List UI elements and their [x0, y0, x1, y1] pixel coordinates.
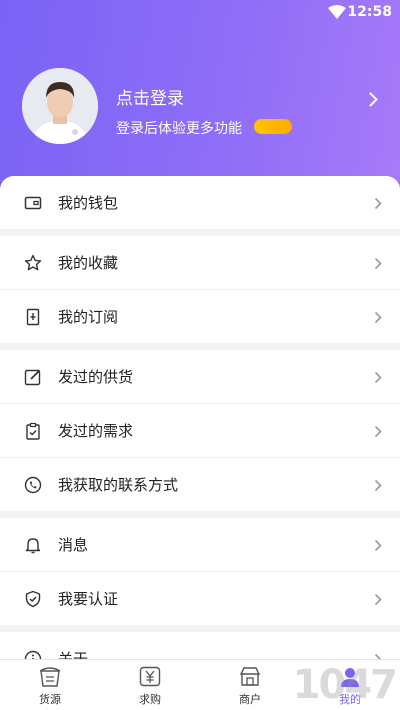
menu-item-label: 发过的供货 — [58, 368, 134, 386]
watermark-logo: 1047 — [292, 662, 398, 708]
tab-label: 货源 — [39, 693, 61, 706]
tab-label: 商户 — [239, 693, 261, 706]
menu-item-label: 消息 — [58, 536, 89, 554]
wallet-icon — [24, 196, 42, 210]
menu-item-supply-posts[interactable]: 发过的供货 — [0, 350, 400, 404]
chevron-right-icon — [374, 593, 382, 606]
level-badge — [254, 119, 292, 134]
menu-item-verify[interactable]: 我要认证 — [0, 572, 400, 625]
menu-item-subscriptions[interactable]: 我的订阅 — [0, 290, 400, 343]
shield-check-icon — [25, 590, 41, 608]
star-icon — [24, 254, 42, 271]
status-bar: 12:58 — [0, 0, 400, 26]
subscribe-icon — [26, 308, 40, 326]
login-subtitle: 登录后体验更多功能 — [116, 121, 242, 137]
chevron-right-icon — [374, 371, 382, 384]
menu-item-label: 我要认证 — [58, 590, 119, 608]
chevron-right-icon — [374, 311, 382, 324]
login-title[interactable]: 点击登录 — [116, 84, 184, 109]
menu-item-wallet[interactable]: 我的钱包 — [0, 176, 400, 229]
menu-list: 我的钱包 我的收藏 我的订阅 发过的供货 发过的需求 我获取的联系方式 消息 我… — [0, 176, 400, 660]
tab-goods[interactable]: 货源 — [0, 660, 100, 710]
wifi-icon — [328, 5, 346, 19]
status-time: 12:58 — [347, 4, 392, 20]
menu-item-demand-posts[interactable]: 发过的需求 — [0, 404, 400, 458]
chevron-right-icon — [374, 197, 382, 210]
tab-purchase[interactable]: 求购 — [100, 660, 200, 710]
menu-item-label: 发过的需求 — [58, 422, 134, 440]
chevron-right-icon — [374, 479, 382, 492]
menu-item-favorites[interactable]: 我的收藏 — [0, 236, 400, 290]
avatar[interactable] — [22, 68, 98, 144]
merchant-icon — [239, 667, 261, 686]
menu-item-messages[interactable]: 消息 — [0, 518, 400, 572]
menu-item-label: 我获取的联系方式 — [58, 476, 179, 494]
avatar-icon — [22, 68, 98, 144]
menu-item-label: 我的订阅 — [58, 308, 119, 326]
tab-merchant[interactable]: 商户 — [200, 660, 300, 710]
edit-icon — [24, 369, 41, 386]
phone-icon — [24, 476, 42, 494]
menu-item-label: 我的收藏 — [58, 254, 119, 272]
chevron-right-icon — [374, 257, 382, 270]
profile-header[interactable]: 12:58 点击登录 登录后体验更多功能 — [0, 0, 400, 190]
tab-label: 求购 — [139, 693, 161, 706]
clipboard-check-icon — [26, 422, 40, 440]
goods-icon — [39, 667, 61, 687]
chevron-right-icon — [374, 425, 382, 438]
menu-item-contacts[interactable]: 我获取的联系方式 — [0, 458, 400, 511]
menu-item-label: 我的钱包 — [58, 194, 119, 212]
yen-icon — [139, 666, 161, 687]
chevron-right-icon[interactable] — [369, 92, 378, 107]
chevron-right-icon — [374, 539, 382, 552]
bell-icon — [25, 538, 41, 554]
menu-item-about[interactable]: 关于 — [0, 632, 400, 660]
